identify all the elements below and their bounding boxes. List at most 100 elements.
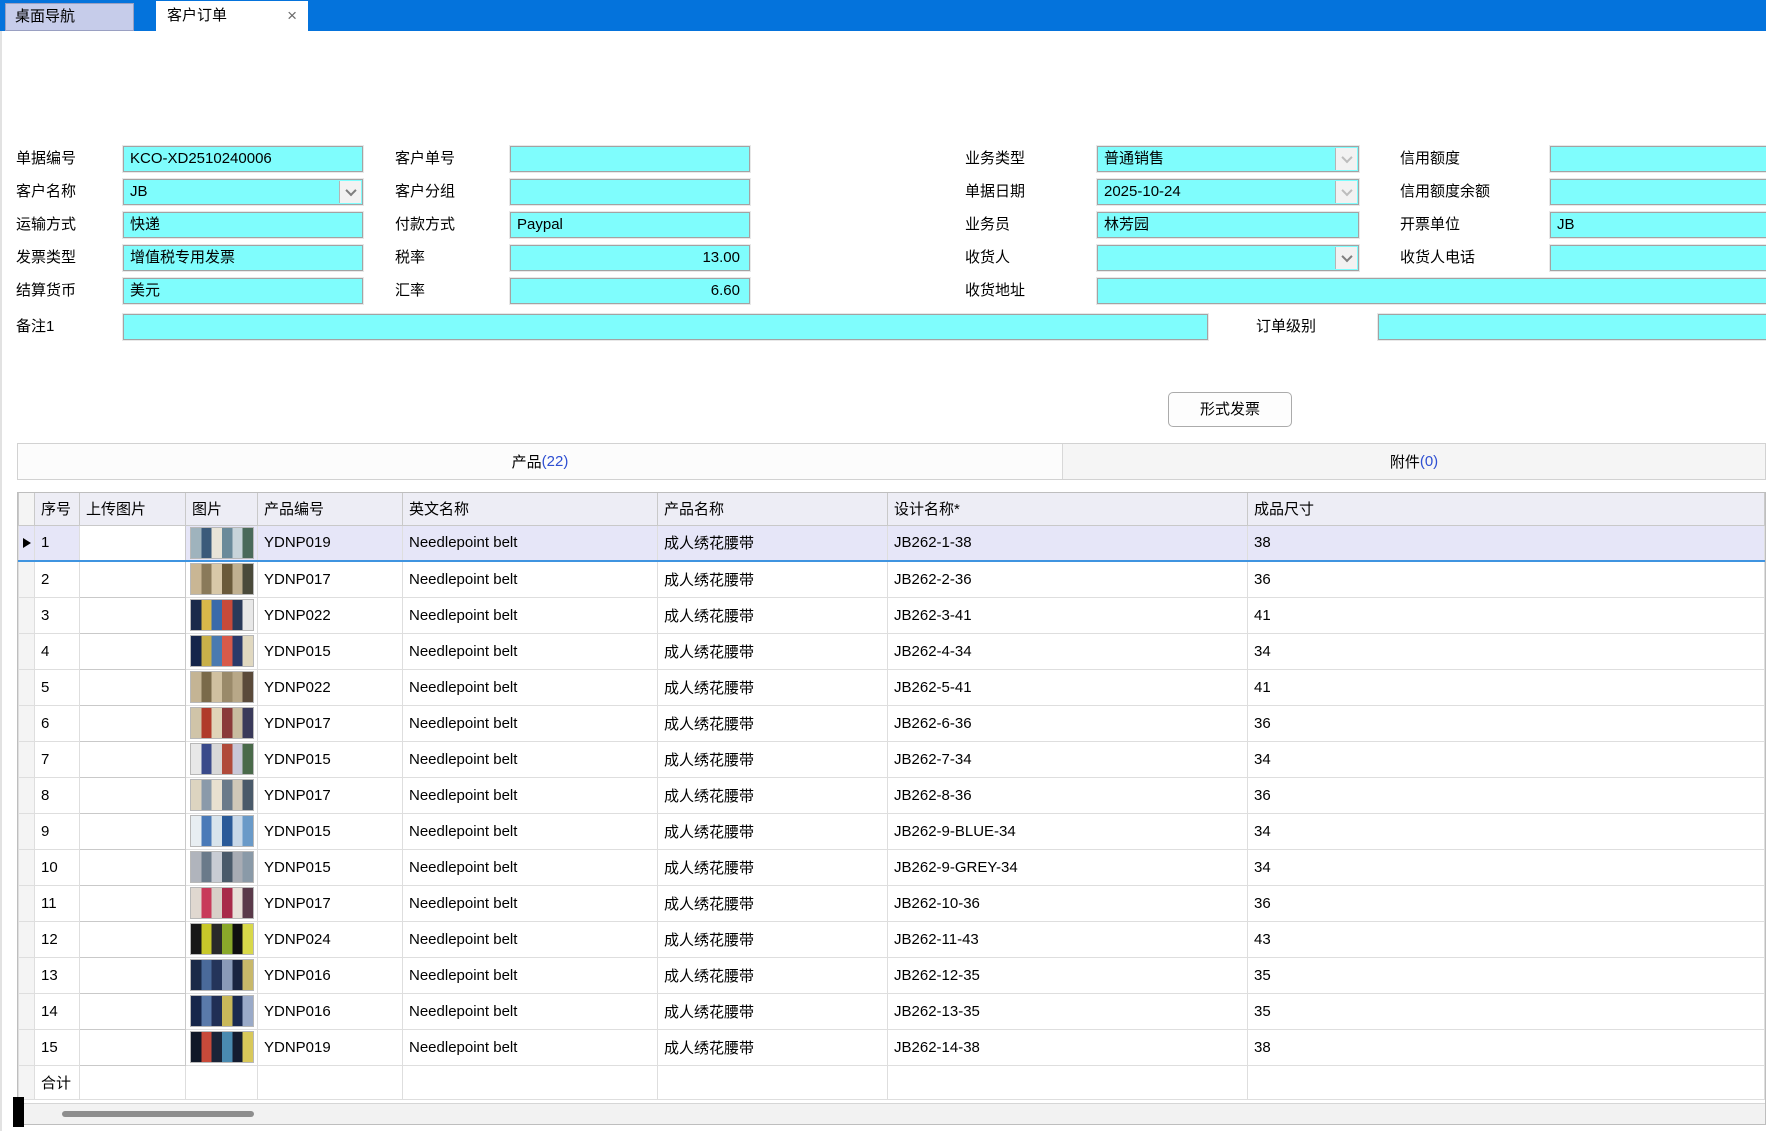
cell-product-name[interactable]: 成人绣花腰带 [658, 669, 888, 705]
tab-customer-order[interactable]: 客户订单 × [156, 1, 308, 31]
cell-design-name[interactable]: JB262-10-36 [888, 885, 1248, 921]
row-selector-cell[interactable] [19, 1029, 35, 1065]
cell-seq[interactable]: 4 [35, 633, 80, 669]
cell-design-name[interactable]: JB262-3-41 [888, 597, 1248, 633]
product-thumbnail[interactable] [190, 671, 254, 703]
col-header-product-name[interactable]: 产品名称 [658, 493, 888, 525]
table-row[interactable]: 5 YDNP022 Needlepoint belt 成人绣花腰带 JB262-… [19, 669, 1765, 705]
delivery-address-field[interactable] [1097, 278, 1766, 304]
business-type-dropdown[interactable]: 普通销售 [1097, 146, 1359, 172]
cell-product-name[interactable]: 成人绣花腰带 [658, 813, 888, 849]
cell-design-name[interactable]: JB262-7-34 [888, 741, 1248, 777]
transport-mode-field[interactable]: 快递 [123, 212, 363, 238]
cell-image[interactable] [186, 777, 258, 813]
cell-product-name[interactable]: 成人绣花腰带 [658, 849, 888, 885]
billing-unit-field[interactable]: JB [1550, 212, 1766, 238]
cell-design-name[interactable]: JB262-8-36 [888, 777, 1248, 813]
tax-rate-field[interactable]: 13.00 [510, 245, 750, 271]
cell-upload-image[interactable] [80, 921, 186, 957]
table-row[interactable]: 11 YDNP017 Needlepoint belt 成人绣花腰带 JB262… [19, 885, 1765, 921]
cell-english-name[interactable]: Needlepoint belt [403, 849, 658, 885]
cell-size[interactable]: 36 [1248, 561, 1765, 597]
row-selector-cell[interactable] [19, 813, 35, 849]
cell-design-name[interactable]: JB262-2-36 [888, 561, 1248, 597]
cell-seq[interactable]: 5 [35, 669, 80, 705]
tab-attachments[interactable]: 附件(0) [1063, 444, 1765, 479]
cell-upload-image[interactable] [80, 633, 186, 669]
cell-product-code[interactable]: YDNP015 [258, 849, 403, 885]
cell-product-name[interactable]: 成人绣花腰带 [658, 993, 888, 1029]
cell-seq[interactable]: 13 [35, 957, 80, 993]
row-selector-cell[interactable] [19, 849, 35, 885]
product-thumbnail[interactable] [190, 995, 254, 1027]
table-row[interactable]: 6 YDNP017 Needlepoint belt 成人绣花腰带 JB262-… [19, 705, 1765, 741]
row-selector-cell[interactable] [19, 597, 35, 633]
cell-image[interactable] [186, 957, 258, 993]
cell-upload-image[interactable] [80, 561, 186, 597]
cell-image[interactable] [186, 813, 258, 849]
cell-image[interactable] [186, 633, 258, 669]
cell-product-name[interactable]: 成人绣花腰带 [658, 705, 888, 741]
row-selector-cell[interactable] [19, 885, 35, 921]
cell-image[interactable] [186, 741, 258, 777]
cell-design-name[interactable]: JB262-9-GREY-34 [888, 849, 1248, 885]
payment-method-field[interactable]: Paypal [510, 212, 750, 238]
cell-upload-image[interactable] [80, 525, 186, 561]
cell-size[interactable]: 36 [1248, 705, 1765, 741]
cell-image[interactable] [186, 525, 258, 561]
cell-image[interactable] [186, 1029, 258, 1065]
cell-seq[interactable]: 1 [35, 525, 80, 561]
cell-product-name[interactable]: 成人绣花腰带 [658, 741, 888, 777]
cell-seq[interactable]: 3 [35, 597, 80, 633]
invoice-type-field[interactable]: 增值税专用发票 [123, 245, 363, 271]
table-row[interactable]: 8 YDNP017 Needlepoint belt 成人绣花腰带 JB262-… [19, 777, 1765, 813]
cell-product-name[interactable]: 成人绣花腰带 [658, 885, 888, 921]
cell-seq[interactable]: 15 [35, 1029, 80, 1065]
close-icon[interactable]: × [287, 1, 297, 31]
cell-image[interactable] [186, 705, 258, 741]
product-thumbnail[interactable] [190, 851, 254, 883]
col-header-seq[interactable]: 序号 [35, 493, 80, 525]
horizontal-scrollbar[interactable] [18, 1103, 1765, 1124]
row-selector-cell[interactable] [19, 705, 35, 741]
cell-english-name[interactable]: Needlepoint belt [403, 561, 658, 597]
table-row[interactable]: 12 YDNP024 Needlepoint belt 成人绣花腰带 JB262… [19, 921, 1765, 957]
table-row[interactable]: 4 YDNP015 Needlepoint belt 成人绣花腰带 JB262-… [19, 633, 1765, 669]
product-thumbnail[interactable] [190, 743, 254, 775]
cell-size[interactable]: 35 [1248, 993, 1765, 1029]
cell-upload-image[interactable] [80, 597, 186, 633]
col-header-product-code[interactable]: 产品编号 [258, 493, 403, 525]
settlement-currency-field[interactable]: 美元 [123, 278, 363, 304]
cell-product-code[interactable]: YDNP017 [258, 561, 403, 597]
cell-product-code[interactable]: YDNP015 [258, 741, 403, 777]
product-thumbnail[interactable] [190, 1031, 254, 1063]
cell-seq[interactable]: 14 [35, 993, 80, 1029]
table-row[interactable]: 9 YDNP015 Needlepoint belt 成人绣花腰带 JB262-… [19, 813, 1765, 849]
cell-product-name[interactable]: 成人绣花腰带 [658, 633, 888, 669]
cell-seq[interactable]: 11 [35, 885, 80, 921]
cell-product-code[interactable]: YDNP017 [258, 705, 403, 741]
table-row[interactable]: 1 YDNP019 Needlepoint belt 成人绣花腰带 JB262-… [19, 525, 1765, 561]
cell-english-name[interactable]: Needlepoint belt [403, 885, 658, 921]
row-selector-cell[interactable] [19, 633, 35, 669]
row-selector-cell[interactable] [19, 525, 35, 561]
consignee-phone-field[interactable] [1550, 245, 1766, 271]
exchange-rate-field[interactable]: 6.60 [510, 278, 750, 304]
cell-seq[interactable]: 12 [35, 921, 80, 957]
cell-seq[interactable]: 6 [35, 705, 80, 741]
row-selector-cell[interactable] [19, 741, 35, 777]
cell-upload-image[interactable] [80, 885, 186, 921]
table-row[interactable]: 7 YDNP015 Needlepoint belt 成人绣花腰带 JB262-… [19, 741, 1765, 777]
row-selector-cell[interactable] [19, 957, 35, 993]
chevron-down-icon[interactable] [1335, 148, 1357, 170]
table-row[interactable]: 3 YDNP022 Needlepoint belt 成人绣花腰带 JB262-… [19, 597, 1765, 633]
col-header-image[interactable]: 图片 [186, 493, 258, 525]
cell-product-code[interactable]: YDNP016 [258, 957, 403, 993]
customer-group-field[interactable] [510, 179, 750, 205]
cell-size[interactable]: 38 [1248, 525, 1765, 561]
cell-upload-image[interactable] [80, 669, 186, 705]
cell-design-name[interactable]: JB262-9-BLUE-34 [888, 813, 1248, 849]
cell-size[interactable]: 38 [1248, 1029, 1765, 1065]
cell-size[interactable]: 34 [1248, 813, 1765, 849]
tab-desktop-nav[interactable]: 桌面导航 [5, 3, 134, 31]
